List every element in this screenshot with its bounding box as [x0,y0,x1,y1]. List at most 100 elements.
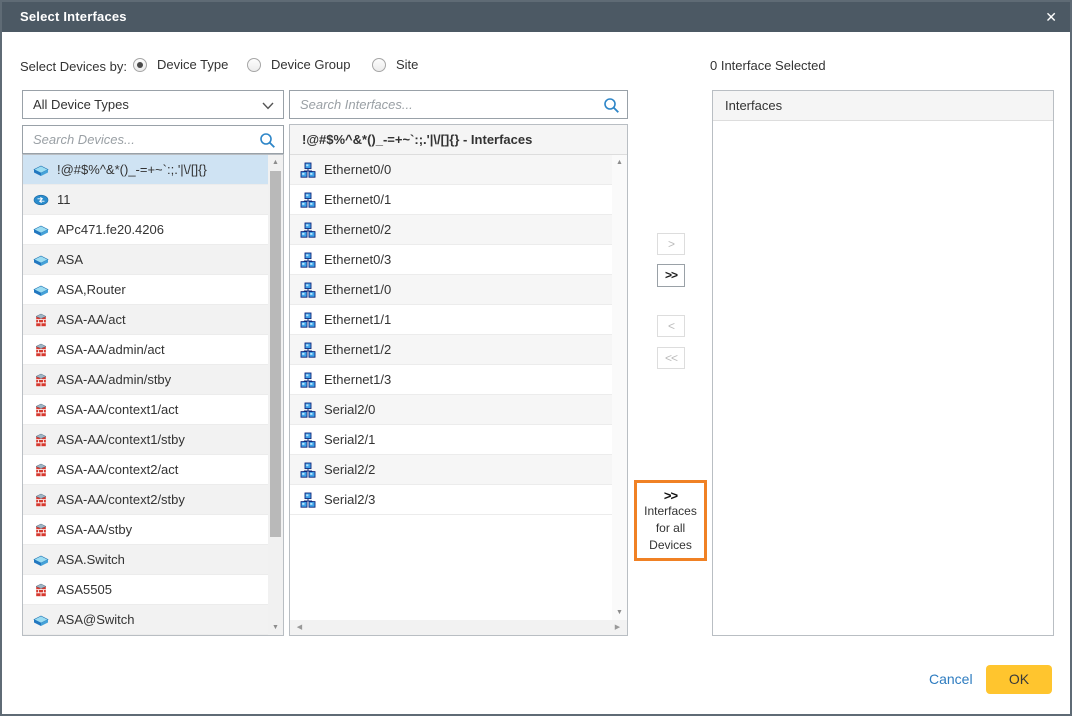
scroll-up-icon[interactable]: ▲ [612,155,627,170]
interface-icon [300,402,316,418]
device-icon [33,282,49,298]
interface-row[interactable]: Serial2/3 [290,485,627,515]
interface-row[interactable]: Ethernet1/2 [290,335,627,365]
move-all-left-button[interactable]: << [657,347,685,369]
dialog-titlebar: Select Interfaces ✕ [2,2,1070,32]
firewall-icon [33,372,49,388]
device-icon [33,222,49,238]
dialog-title: Select Interfaces [20,9,127,24]
device-row[interactable]: ASA-AA/act [23,305,283,335]
interface-row[interactable]: Ethernet1/0 [290,275,627,305]
interface-list-panel: !@#$%^&*()_-=+~`:;.'|\/[]{} - Interfaces [289,124,628,636]
device-row[interactable]: ASA.Switch [23,545,283,575]
device-name: ASA-AA/context2/stby [57,492,185,507]
interface-row[interactable]: Ethernet0/1 [290,185,627,215]
firewall-icon [33,582,49,598]
radio-icon [247,58,261,72]
device-icon [33,432,49,448]
close-icon[interactable]: ✕ [1045,8,1057,26]
device-row[interactable]: ASA-AA/stby [23,515,283,545]
device-row[interactable]: ASA5505 [23,575,283,605]
firewall-icon [33,462,49,478]
scrollbar-thumb[interactable] [270,171,281,537]
interface-row[interactable]: Serial2/2 [290,455,627,485]
interface-icon [300,192,316,208]
device-name: ASA-AA/context1/act [57,402,178,417]
selected-count-text: 0 Interface Selected [710,58,826,73]
interface-row[interactable]: Serial2/0 [290,395,627,425]
device-row[interactable]: ASA-AA/context2/act [23,455,283,485]
interface-list-vscrollbar[interactable]: ▲ ▼ [612,155,627,620]
device-search-box [22,125,284,154]
device-row[interactable]: ASA,Router [23,275,283,305]
interface-row[interactable]: Serial2/1 [290,425,627,455]
device-search-input[interactable] [23,126,283,153]
interface-row[interactable]: Ethernet1/1 [290,305,627,335]
device-row[interactable]: ASA-AA/admin/stby [23,365,283,395]
interface-row[interactable]: Ethernet0/2 [290,215,627,245]
radio-icon [372,58,386,72]
device-type-dropdown[interactable]: All Device Types [22,90,284,119]
device-name: ASA-AA/admin/stby [57,372,171,387]
selected-interfaces-header: Interfaces [713,91,1053,121]
scroll-up-icon[interactable]: ▲ [268,155,283,170]
radio-device-group[interactable]: Device Group [247,57,350,72]
scroll-down-icon[interactable]: ▼ [612,605,627,620]
device-name: ASA-AA/context2/act [57,462,178,477]
device-row[interactable]: ASA@Switch [23,605,283,635]
radio-device-type[interactable]: Device Type [133,57,228,72]
device-name: ASA,Router [57,282,126,297]
interface-search-input[interactable] [290,91,627,118]
interface-list-hscrollbar[interactable]: ◀ ▶ [290,620,627,635]
radio-label: Site [396,57,418,72]
device-name: 11 [57,192,71,207]
device-icon [33,582,49,598]
interface-name: Serial2/3 [324,492,375,507]
device-list-scrollbar[interactable]: ▲ ▼ [268,155,283,635]
device-icon [33,162,49,178]
device-name: ASA.Switch [57,552,125,567]
interface-name: Ethernet0/3 [324,252,391,267]
select-interfaces-dialog: Select Interfaces ✕ Select Devices by: D… [0,0,1072,716]
interface-icon [300,432,316,448]
interface-row[interactable]: Ethernet0/3 [290,245,627,275]
interfaces-for-all-devices-button[interactable]: >> Interfaces for all Devices [637,483,704,558]
device-row[interactable]: ASA-AA/context2/stby [23,485,283,515]
selected-interfaces-panel: Interfaces [712,90,1054,636]
device-row[interactable]: ASA-AA/context1/act [23,395,283,425]
device-rows: !@#$%^&*()_-=+~`:;.'|\/[]{} [23,155,283,635]
device-icon [33,492,49,508]
device-row[interactable]: ASA [23,245,283,275]
device-name: ASA [57,252,83,267]
scroll-down-icon[interactable]: ▼ [268,620,283,635]
device-row[interactable]: ASA-AA/context1/stby [23,425,283,455]
device-row[interactable]: APc471.fe20.4206 [23,215,283,245]
device-icon [33,312,49,328]
device-row[interactable]: 11 [23,185,283,215]
device-list-panel: !@#$%^&*()_-=+~`:;.'|\/[]{} [22,154,284,636]
interface-row[interactable]: Ethernet1/3 [290,365,627,395]
device-name: ASA-AA/stby [57,522,132,537]
move-all-right-button[interactable]: >> [657,264,685,287]
cancel-button[interactable]: Cancel [929,671,973,687]
interface-row[interactable]: Ethernet0/0 [290,155,627,185]
radio-site[interactable]: Site [372,57,418,72]
interface-name: Ethernet1/3 [324,372,391,387]
device-icon [33,522,49,538]
move-right-button[interactable]: > [657,233,685,255]
radio-label: Device Group [271,57,350,72]
device-icon [33,282,49,298]
interface-icon [300,312,316,328]
ok-button[interactable]: OK [986,665,1052,694]
device-row[interactable]: ASA-AA/admin/act [23,335,283,365]
device-row[interactable]: !@#$%^&*()_-=+~`:;.'|\/[]{} [23,155,283,185]
chevron-down-icon [262,102,274,110]
move-left-button[interactable]: < [657,315,685,337]
device-icon [33,372,49,388]
interface-name: Ethernet1/1 [324,312,391,327]
scroll-right-icon[interactable]: ▶ [610,620,625,635]
interface-name: Ethernet1/0 [324,282,391,297]
interface-icon [300,222,316,238]
firewall-icon [33,402,49,418]
scroll-left-icon[interactable]: ◀ [292,620,307,635]
